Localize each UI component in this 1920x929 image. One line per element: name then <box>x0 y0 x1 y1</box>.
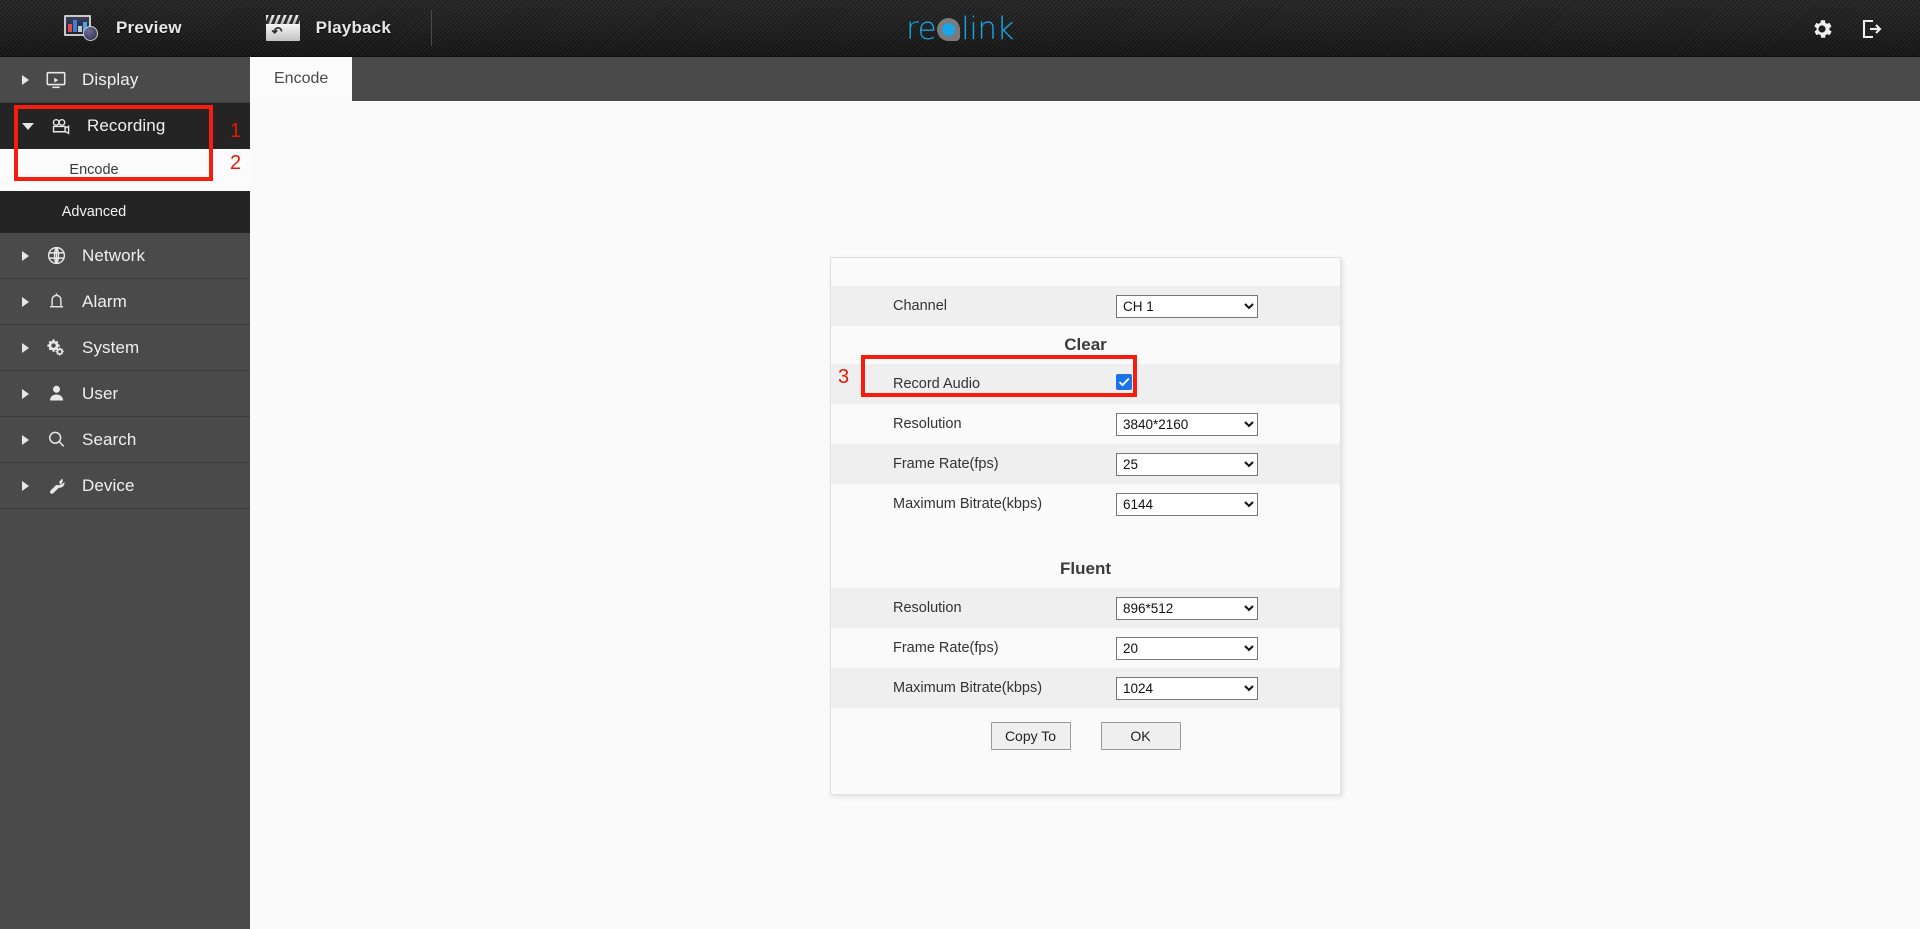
sidebar-item-device[interactable]: Device <box>0 463 250 509</box>
row-fluent-frame-rate: Frame Rate(fps) 2015107 <box>831 628 1340 668</box>
gears-icon <box>43 335 69 361</box>
gear-icon[interactable] <box>1810 17 1834 41</box>
section-title-fluent: Fluent <box>831 550 1340 588</box>
chevron-right-icon <box>22 342 29 353</box>
fluent-frame-rate-label: Frame Rate(fps) <box>893 640 999 656</box>
reolink-logo: re link <box>906 10 1014 48</box>
globe-icon <box>43 243 69 269</box>
sidebar-item-recording[interactable]: Recording <box>0 103 250 149</box>
header-actions <box>1810 0 1920 57</box>
magnifier-icon <box>43 427 69 453</box>
tab-encode[interactable]: Encode <box>250 57 353 101</box>
record-audio-checkbox[interactable] <box>1116 374 1132 391</box>
row-clear-resolution: Resolution 3840*21602560*14401920*1080 <box>831 404 1340 444</box>
row-fluent-bitrate: Maximum Bitrate(kbps) 1024768512256 <box>831 668 1340 708</box>
sidebar-item-alarm[interactable]: Alarm <box>0 279 250 325</box>
sidebar-item-search-label: Search <box>82 429 137 449</box>
sidebar-subitem-encode-label: Encode <box>69 162 119 178</box>
camcorder-icon <box>48 113 74 139</box>
fluent-bitrate-label: Maximum Bitrate(kbps) <box>893 680 1043 696</box>
sidebar-item-alarm-label: Alarm <box>82 291 127 311</box>
clear-frame-rate-label: Frame Rate(fps) <box>893 456 999 472</box>
tab-bar: Encode <box>250 57 1920 101</box>
sidebar-item-device-label: Device <box>82 475 135 495</box>
sidebar: Display Recording Encode Advanced Networ… <box>0 57 250 929</box>
channel-label: Channel <box>893 298 948 314</box>
monitor-icon <box>43 67 69 93</box>
annotation-number-1: 1 <box>230 120 242 142</box>
channel-select[interactable]: CH 1CH 2CH 3CH 4 <box>1116 294 1258 318</box>
row-clear-frame-rate: Frame Rate(fps) 25201510 <box>831 444 1340 484</box>
sidebar-item-user[interactable]: User <box>0 371 250 417</box>
clear-resolution-label: Resolution <box>893 416 962 432</box>
fluent-resolution-select[interactable]: 896*512640*480640*360 <box>1116 596 1258 620</box>
sidebar-item-display[interactable]: Display <box>0 57 250 103</box>
chevron-down-icon <box>22 122 34 130</box>
nav-preview[interactable]: Preview <box>0 0 200 57</box>
clear-bitrate-select[interactable]: 6144512040963072 <box>1116 492 1258 516</box>
sidebar-item-network-label: Network <box>82 245 146 265</box>
encode-settings-panel: Channel CH 1CH 2CH 3CH 4 Clear Record Au… <box>830 257 1341 795</box>
clear-bitrate-label: Maximum Bitrate(kbps) <box>893 496 1043 512</box>
row-channel: Channel CH 1CH 2CH 3CH 4 <box>831 286 1340 326</box>
wrench-icon <box>43 473 69 499</box>
fluent-frame-rate-select[interactable]: 2015107 <box>1116 636 1258 660</box>
preview-monitor-icon <box>64 15 98 41</box>
panel-top-spacer <box>831 258 1340 286</box>
section-gap <box>831 524 1340 550</box>
logout-icon[interactable] <box>1860 17 1884 41</box>
sidebar-item-system-label: System <box>82 337 140 357</box>
panel-bottom-spacer <box>831 764 1340 794</box>
header-divider <box>431 10 432 46</box>
nav-playback-label: Playback <box>315 18 391 37</box>
main-content: Encode Channel CH 1CH 2CH 3CH 4 Clear Re… <box>250 57 1920 929</box>
chevron-right-icon <box>22 250 29 261</box>
chevron-right-icon <box>22 480 29 491</box>
sidebar-item-user-label: User <box>82 383 119 403</box>
logo-text-before: re <box>906 11 937 47</box>
sidebar-subitem-advanced-label: Advanced <box>61 204 127 220</box>
fluent-bitrate-select[interactable]: 1024768512256 <box>1116 676 1258 700</box>
logo-text-after: link <box>961 11 1014 47</box>
bell-icon <box>43 289 69 315</box>
chevron-right-icon <box>22 74 29 85</box>
panel-button-row: Copy To OK <box>831 708 1340 764</box>
nav-playback[interactable]: ↶ Playback <box>200 0 409 57</box>
sidebar-subitem-advanced[interactable]: Advanced <box>0 191 250 233</box>
row-fluent-resolution: Resolution 896*512640*480640*360 <box>831 588 1340 628</box>
clear-frame-rate-select[interactable]: 25201510 <box>1116 452 1258 476</box>
annotation-number-3: 3 <box>838 366 850 388</box>
chevron-right-icon <box>22 296 29 307</box>
sidebar-subitem-encode[interactable]: Encode <box>0 149 250 191</box>
app-header: Preview ↶ Playback re link <box>0 0 1920 57</box>
sidebar-item-recording-label: Recording <box>87 116 166 135</box>
chevron-right-icon <box>22 388 29 399</box>
copy-to-button[interactable]: Copy To <box>990 722 1071 750</box>
sidebar-item-network[interactable]: Network <box>0 233 250 279</box>
person-icon <box>43 381 69 407</box>
sidebar-item-search[interactable]: Search <box>0 417 250 463</box>
nav-preview-label: Preview <box>116 18 182 37</box>
sidebar-item-system[interactable]: System <box>0 325 250 371</box>
sidebar-item-display-label: Display <box>82 69 139 89</box>
clapperboard-icon: ↶ <box>265 15 300 41</box>
row-clear-bitrate: Maximum Bitrate(kbps) 6144512040963072 <box>831 484 1340 524</box>
logo-o-mark <box>937 17 961 41</box>
section-title-clear: Clear <box>831 326 1340 364</box>
ok-button[interactable]: OK <box>1100 722 1181 750</box>
chevron-right-icon <box>22 434 29 445</box>
clear-resolution-select[interactable]: 3840*21602560*14401920*1080 <box>1116 412 1258 436</box>
row-record-audio: Record Audio <box>831 364 1340 404</box>
tab-encode-label: Encode <box>274 70 329 87</box>
fluent-resolution-label: Resolution <box>893 600 962 616</box>
annotation-number-2: 2 <box>230 152 242 174</box>
record-audio-label: Record Audio <box>893 376 981 392</box>
app-root: Preview ↶ Playback re link Display Recor… <box>0 0 1920 929</box>
